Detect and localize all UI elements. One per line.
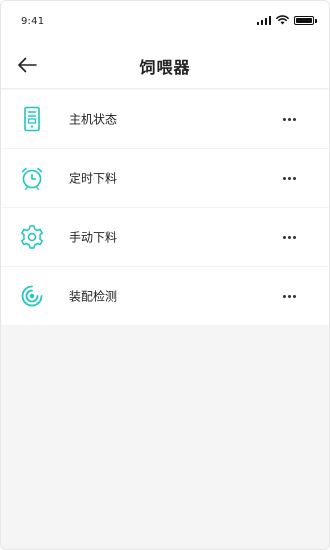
alarm-clock-icon [19, 165, 45, 191]
status-bar: 9:41 [1, 1, 329, 39]
menu-item-label: 手动下料 [69, 230, 118, 245]
more-options-icon[interactable] [279, 227, 299, 247]
battery-icon [294, 15, 317, 25]
more-options-icon[interactable] [279, 286, 299, 306]
menu-list: 主机状态 定时下料 手动下料 装配检测 [1, 90, 329, 325]
menu-item-label: 定时下料 [69, 171, 118, 186]
cellular-signal-icon [256, 15, 271, 25]
device-host-icon [19, 106, 45, 132]
nav-bar: 饲喂器 [1, 39, 329, 89]
wifi-icon [276, 15, 289, 25]
app-screen: 9:41 饲喂器 主机状态 定时下料 手动下料 装配检测 [0, 0, 330, 550]
menu-item-label: 装配检测 [69, 289, 118, 304]
more-options-icon[interactable] [279, 109, 299, 129]
status-icons [256, 15, 317, 25]
menu-item-assembly-detection[interactable]: 装配检测 [1, 267, 329, 325]
more-options-icon[interactable] [279, 168, 299, 188]
detection-signal-icon [19, 283, 45, 309]
status-time: 9:41 [21, 16, 45, 27]
menu-item-host-status[interactable]: 主机状态 [1, 90, 329, 149]
menu-item-label: 主机状态 [69, 112, 118, 127]
gear-icon [19, 224, 45, 250]
menu-item-manual-feeding[interactable]: 手动下料 [1, 208, 329, 267]
page-title: 饲喂器 [139, 58, 191, 77]
menu-item-scheduled-feeding[interactable]: 定时下料 [1, 149, 329, 208]
